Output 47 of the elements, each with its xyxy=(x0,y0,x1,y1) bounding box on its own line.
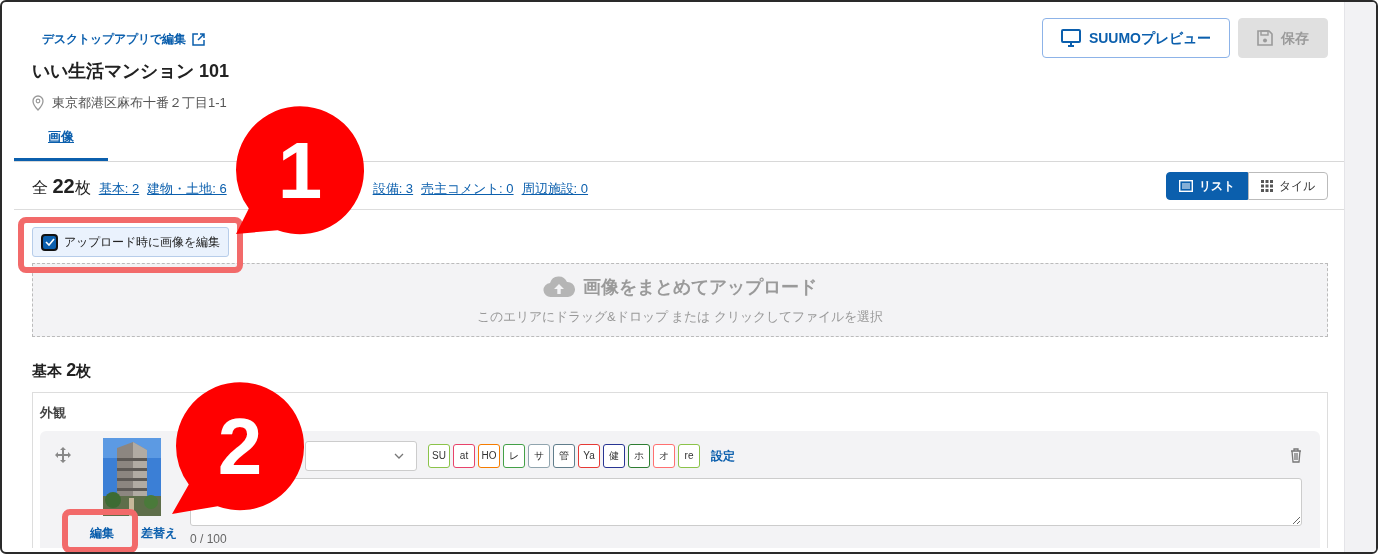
service-tag[interactable]: サ xyxy=(528,443,550,468)
preview-button[interactable]: SUUMOプレビュー xyxy=(1041,18,1230,58)
callout-number: 2 xyxy=(217,402,263,491)
service-tag[interactable]: 健 xyxy=(603,443,625,468)
section-heading: 基本 2枚 xyxy=(32,359,93,382)
upload-hint: このエリアにドラッグ&ドロップ または クリックしてファイルを選択 xyxy=(477,307,883,326)
service-tag[interactable]: 管 xyxy=(553,443,575,468)
desktop-app-link[interactable]: デスクトップアプリで編集 xyxy=(42,30,205,48)
category-count-link[interactable]: 周辺施設: 0 xyxy=(521,178,589,198)
replace-link[interactable]: 差替え xyxy=(141,523,177,542)
category-count-link[interactable]: 建物・土地: 6 xyxy=(147,178,227,198)
check-icon xyxy=(44,238,55,246)
callout-number: 1 xyxy=(277,126,323,215)
category-count-link[interactable]: 売主コメント: 0 xyxy=(421,178,514,198)
edit-link[interactable]: 編集 xyxy=(90,523,114,542)
category-count-link[interactable]: 基本: 2 xyxy=(98,178,140,198)
property-address: 東京都港区麻布十番２丁目1-1 xyxy=(52,94,227,112)
move-handle-icon[interactable] xyxy=(54,445,72,464)
service-tag[interactable]: オ xyxy=(653,443,675,468)
tab[interactable]: 画像 xyxy=(14,120,108,161)
service-tag[interactable]: SU xyxy=(428,443,450,468)
chevron-down-icon xyxy=(394,452,404,459)
character-counter: 0 / 100 xyxy=(190,530,228,548)
cloud-upload-icon xyxy=(543,276,575,299)
service-tag[interactable]: ホ xyxy=(628,443,650,468)
list-icon xyxy=(1179,179,1193,192)
service-tag[interactable]: re xyxy=(678,443,700,468)
location-pin-icon xyxy=(32,94,44,111)
service-tag[interactable]: Ya xyxy=(578,443,600,468)
group-title: 外観 xyxy=(40,404,67,422)
service-tag[interactable]: at xyxy=(453,443,475,468)
external-link-icon xyxy=(192,32,205,46)
service-tag[interactable]: HO xyxy=(478,443,500,468)
property-title: いい生活マンション 101 xyxy=(32,60,231,83)
edit-on-upload-checkbox[interactable]: アップロード時に画像を編集 xyxy=(32,227,229,257)
settings-link[interactable]: 設定 xyxy=(711,446,735,465)
checkbox[interactable] xyxy=(41,233,58,251)
trash-icon[interactable] xyxy=(1290,448,1302,463)
list-view-button[interactable]: リスト xyxy=(1166,171,1248,200)
tile-view-button[interactable]: タイル xyxy=(1248,171,1328,200)
grid-icon xyxy=(1261,179,1273,192)
comment-field[interactable] xyxy=(190,477,1302,526)
upload-title: 画像をまとめてアップロード xyxy=(583,275,817,299)
service-tag[interactable]: レ xyxy=(503,443,525,468)
category-count-link[interactable]: 設備: 3 xyxy=(372,178,414,198)
total-count: 全 22枚 xyxy=(32,173,91,199)
monitor-icon xyxy=(1060,29,1081,47)
